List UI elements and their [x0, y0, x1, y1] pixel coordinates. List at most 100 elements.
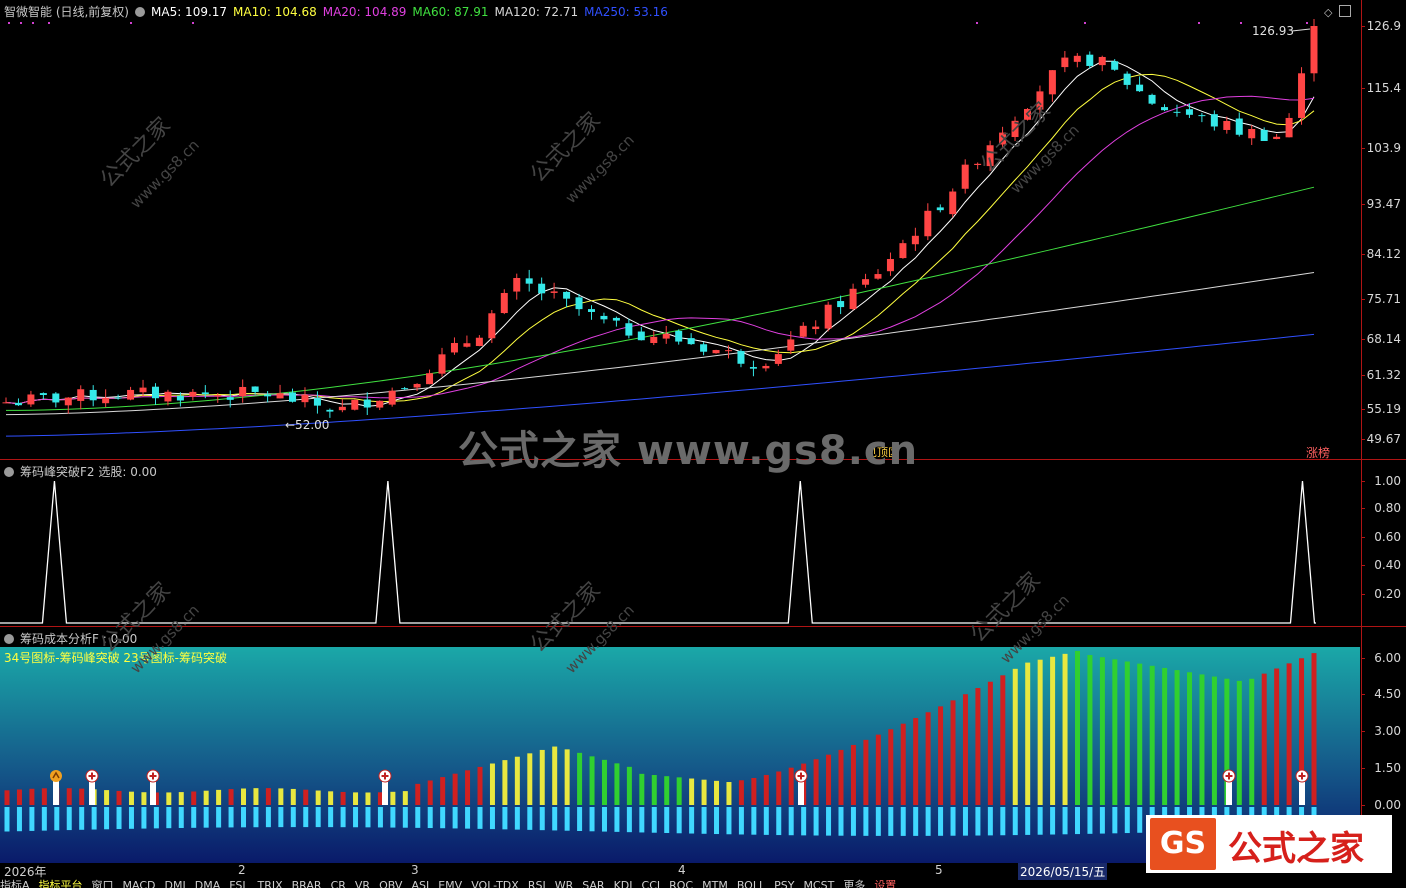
- indicator-tab[interactable]: DMA: [195, 879, 221, 888]
- candle-body: [1148, 94, 1156, 104]
- candle-body: [102, 397, 110, 404]
- cost-bar-negative: [900, 807, 906, 836]
- axis-tick-mark: [1361, 339, 1365, 340]
- cost-bar-negative: [253, 807, 259, 828]
- indicator-tab[interactable]: 指标平台: [39, 879, 83, 888]
- indicator-tab[interactable]: BOLL: [737, 879, 765, 888]
- candle-body: [500, 292, 508, 314]
- cost-bar-negative: [440, 807, 446, 829]
- indicator-tab[interactable]: KDJ: [614, 879, 633, 888]
- cost-bar-negative: [4, 807, 10, 832]
- candle-body: [151, 386, 159, 399]
- cost-bar-positive: [452, 773, 458, 805]
- indicator-tab[interactable]: MACD: [123, 879, 156, 888]
- candle-body: [525, 278, 533, 284]
- ma60-line: [6, 186, 1315, 411]
- axis-tick-label: 0.00: [1374, 798, 1401, 812]
- candle-body: [114, 397, 122, 399]
- indicator-tab[interactable]: EMV: [438, 879, 462, 888]
- cost-bar-negative: [1099, 807, 1105, 834]
- indicator-tab-bar: 指标A 指标平台 窗口 MACD DMI DMA FSL TRIX BRAR CR VR OBV ASI…: [0, 877, 1406, 888]
- candle-body: [27, 394, 35, 405]
- axis-tick-mark: [1361, 148, 1365, 149]
- cost-bar-positive: [539, 749, 545, 805]
- top-marker: [8, 22, 10, 24]
- cost-bar-positive: [1062, 653, 1068, 805]
- cost-bar-negative: [738, 807, 744, 835]
- top-marker: [20, 22, 22, 24]
- cost-bar-negative: [962, 807, 968, 836]
- cost-bar-positive: [714, 780, 720, 805]
- cost-bar-negative: [502, 807, 508, 830]
- cost-bar-positive: [16, 789, 22, 805]
- indicator-tab[interactable]: SAR: [582, 879, 604, 888]
- cost-bar-negative: [1012, 807, 1018, 836]
- indicator1-title[interactable]: 筹码峰突破F2 选股: 0.00: [20, 465, 157, 479]
- indicator-tab[interactable]: TRIX: [257, 879, 282, 888]
- indicator-tab[interactable]: PSY: [774, 879, 794, 888]
- cost-bar-positive: [1050, 656, 1056, 805]
- axis-tick-label: 1.00: [1374, 474, 1401, 488]
- cost-bar-positive: [676, 777, 682, 805]
- cost-bar-positive: [203, 790, 209, 805]
- candle-body: [127, 389, 135, 400]
- indicator-tab[interactable]: 窗口: [92, 879, 114, 888]
- main-chart-panel[interactable]: 智微智能 (日线,前复权) MA5: 109.17 MA10: 104.68 MA20…: [0, 0, 1406, 460]
- indicator-tab[interactable]: VR: [355, 879, 370, 888]
- axis-tick-label: 0.60: [1374, 530, 1401, 544]
- indicator-tab[interactable]: OBV: [379, 879, 402, 888]
- candle-body: [276, 393, 284, 399]
- indicator-tab[interactable]: WR: [555, 879, 574, 888]
- indicator-tab[interactable]: CCI: [642, 879, 661, 888]
- indicator-tab[interactable]: MCST: [803, 879, 834, 888]
- candlestick-chart[interactable]: [0, 0, 1361, 459]
- axis-tick-label: 93.47: [1366, 197, 1401, 211]
- indicator-tab[interactable]: RSI: [528, 879, 546, 888]
- indicator2-title[interactable]: 筹码成本分析F : 0.00: [20, 632, 137, 646]
- indicator-tab[interactable]: 更多: [843, 879, 865, 888]
- cost-bar-positive: [1149, 665, 1155, 805]
- candle-body: [924, 210, 932, 237]
- indicator-tab[interactable]: BRAR: [292, 879, 322, 888]
- indicator-tab[interactable]: ROC: [669, 879, 693, 888]
- indicator-tab[interactable]: 指标A: [0, 879, 30, 888]
- cost-bar-positive: [166, 792, 172, 805]
- close-panel-icon[interactable]: [1338, 5, 1351, 17]
- settings-circle-icon[interactable]: [4, 634, 14, 644]
- cost-bar-positive: [726, 782, 732, 805]
- candle-body: [351, 399, 359, 410]
- axis-tick-mark: [1361, 409, 1365, 410]
- indicator-tab[interactable]: 设置: [874, 879, 896, 888]
- candle-body: [1023, 108, 1031, 120]
- axis-tick-label: 75.71: [1366, 292, 1401, 306]
- indicator-tab[interactable]: FSL: [229, 879, 248, 888]
- settings-circle-icon[interactable]: [4, 467, 14, 477]
- cost-bar-negative: [16, 807, 22, 832]
- cost-bar-positive: [191, 791, 197, 805]
- main-plot-area[interactable]: [0, 0, 1362, 459]
- cost-bar-positive: [751, 777, 757, 805]
- axis-tick-label: 126.9: [1366, 19, 1401, 33]
- cost-bar-negative: [726, 807, 732, 835]
- diamond-icon[interactable]: ◇: [1324, 6, 1332, 19]
- ma-legend-item: MA20: 104.89: [322, 5, 407, 19]
- candle-body: [1198, 115, 1206, 117]
- indicator-tab[interactable]: ASI: [411, 879, 429, 888]
- candle-body: [986, 145, 994, 167]
- indicator-tab[interactable]: CR: [331, 879, 346, 888]
- cost-bar-positive: [1261, 673, 1267, 805]
- indicator-tab[interactable]: DMI: [165, 879, 186, 888]
- cost-bar-negative: [402, 807, 408, 828]
- settings-circle-icon[interactable]: [135, 7, 145, 17]
- indicator-tab[interactable]: MTM: [702, 879, 728, 888]
- indicator1-panel[interactable]: 筹码峰突破F2 选股: 0.00 1.00 0.80 0.60 0.40 0.20: [0, 460, 1406, 626]
- candle-body: [1136, 84, 1144, 92]
- indicator-tab[interactable]: VOL-TDX: [471, 879, 519, 888]
- stock-title[interactable]: 智微智能 (日线,前复权): [4, 5, 129, 19]
- cost-bar-positive: [1137, 663, 1143, 805]
- marker-stem: [53, 781, 59, 805]
- indicator1-plot[interactable]: [0, 460, 1362, 626]
- candle-body: [176, 395, 184, 401]
- cost-bar-negative: [577, 807, 583, 831]
- cost-bar-positive: [489, 763, 495, 805]
